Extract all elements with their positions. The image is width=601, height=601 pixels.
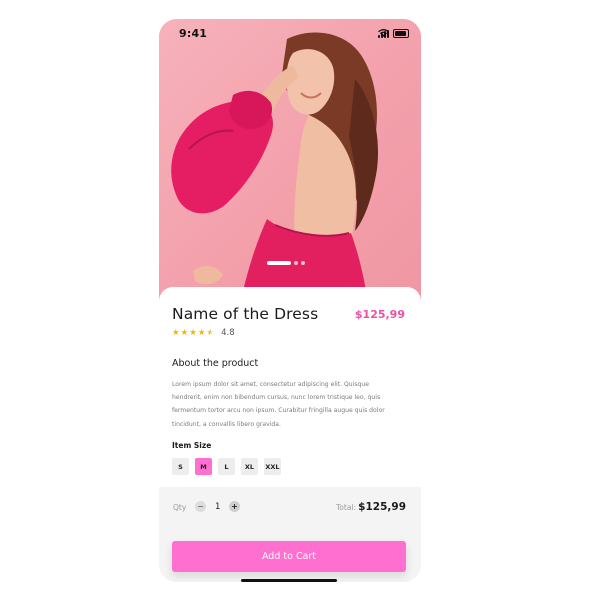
qty-value: 1 [215, 502, 221, 512]
size-option-s[interactable]: S [172, 458, 189, 475]
carousel-dot[interactable] [301, 261, 305, 265]
star-icon: ★ [189, 327, 197, 338]
star-icon: ★ [172, 327, 180, 338]
size-option-xxl[interactable]: XXL [264, 458, 281, 475]
add-to-cart-button[interactable]: Add to Cart [172, 541, 406, 572]
product-description: Lorem ipsum dolor sit amet, consectetur … [172, 381, 385, 428]
size-option-l[interactable]: L [218, 458, 235, 475]
home-indicator[interactable] [241, 579, 337, 582]
decrease-qty-button[interactable]: − [195, 501, 206, 512]
star-icon: ★ [197, 327, 206, 338]
size-selector: S M L XL XXL [172, 458, 281, 475]
carousel-dot[interactable] [294, 261, 298, 265]
wifi-icon [378, 29, 389, 37]
product-image[interactable]: 9:41 [159, 19, 421, 309]
phone-screen: 9:41 Name of the Dress $125,99 ★ ★ ★ ★ ★… [159, 19, 421, 582]
carousel-indicator [267, 261, 305, 265]
total-value: $125,99 [358, 501, 406, 513]
status-bar: 9:41 [159, 19, 421, 47]
status-time: 9:41 [179, 27, 208, 40]
size-heading: Item Size [172, 441, 212, 450]
status-icons [378, 29, 409, 38]
qty-label: Qty [173, 503, 187, 512]
about-heading: About the product [172, 358, 259, 369]
product-price: $125,99 [354, 308, 405, 321]
rating-value: 4.8 [221, 328, 235, 338]
total-label: Total: [336, 503, 357, 512]
carousel-dot-active[interactable] [267, 261, 291, 265]
model-photo-illustration [171, 32, 379, 309]
star-icon: ★ [180, 327, 189, 338]
rating: ★ ★ ★ ★ ★ 4.8 [172, 328, 235, 338]
product-title: Name of the Dress [172, 305, 319, 323]
product-details-card: Name of the Dress $125,99 ★ ★ ★ ★ ★ 4.8 … [159, 287, 421, 582]
increase-qty-button[interactable]: + [229, 501, 240, 512]
battery-icon [393, 29, 409, 38]
cart-bar: Qty − 1 + Total: $125,99 Add to Cart [159, 487, 421, 582]
half-star-icon: ★ [206, 327, 215, 338]
size-option-xl[interactable]: XL [241, 458, 258, 475]
size-option-m[interactable]: M [195, 458, 212, 475]
